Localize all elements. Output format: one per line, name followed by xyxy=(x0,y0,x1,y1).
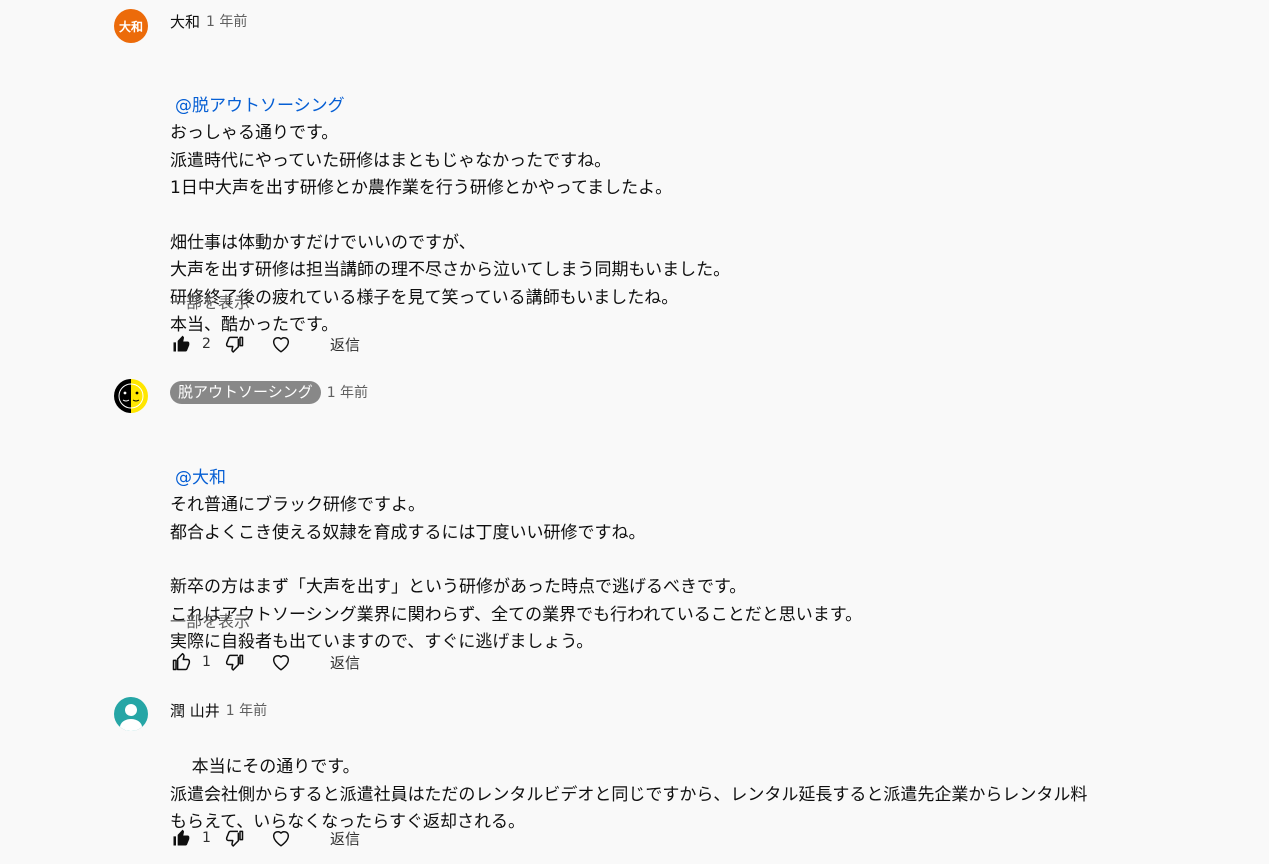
heart-icon xyxy=(272,831,290,847)
comment-header: 脱アウトソーシング 1 年前 xyxy=(170,380,368,404)
avatar[interactable] xyxy=(114,697,148,731)
mention-link[interactable]: @大和 xyxy=(170,465,862,492)
reply-button[interactable]: 返信 xyxy=(330,652,360,673)
heart-button[interactable] xyxy=(270,827,292,849)
default-user-avatar-icon xyxy=(114,697,148,731)
thumbs-up-filled-icon xyxy=(173,335,190,352)
thumbs-down-icon xyxy=(225,830,244,847)
reply-button[interactable]: 返信 xyxy=(330,334,360,355)
thumbs-up-outline-icon xyxy=(172,652,191,671)
heart-icon xyxy=(272,337,290,353)
dislike-button[interactable] xyxy=(224,827,246,849)
like-button[interactable] xyxy=(170,651,192,673)
comment-actions: 1 返信 xyxy=(170,650,360,674)
heart-button[interactable] xyxy=(270,333,292,355)
owner-author-badge[interactable]: 脱アウトソーシング xyxy=(170,380,321,404)
comment-time[interactable]: 1 年前 xyxy=(206,11,247,31)
author-name[interactable]: 潤 山井 xyxy=(170,700,220,721)
avatar[interactable] xyxy=(114,379,148,413)
comment-actions: 2 返信 xyxy=(170,332,360,356)
comment-content: 本当にその通りです。 派遣会社側からすると派遣社員はただのレンタルビデオと同じで… xyxy=(170,757,1088,833)
channel-avatar-icon xyxy=(114,379,148,413)
heart-button[interactable] xyxy=(270,651,292,673)
comment-actions: 1 返信 xyxy=(170,826,360,850)
like-count: 2 xyxy=(202,336,211,352)
comment-text: @脱アウトソーシングおっしゃる通りです。 派遣時代にやっていた研修はまともじゃな… xyxy=(170,38,730,367)
comment-content: それ普通にブラック研修ですよ。 都合よくこき使える奴隷を育成するには丁度いい研修… xyxy=(170,495,863,653)
comment-header: 大和 1 年前 xyxy=(170,9,247,33)
thumbs-down-icon xyxy=(225,336,244,353)
dislike-button[interactable] xyxy=(224,651,246,673)
mention-link[interactable]: @脱アウトソーシング xyxy=(170,93,730,120)
comment-header: 潤 山井 1 年前 xyxy=(170,698,267,722)
like-count: 1 xyxy=(202,654,211,670)
thumbs-down-icon xyxy=(225,654,244,671)
comment-text: @大和それ普通にブラック研修ですよ。 都合よくこき使える奴隷を育成するには丁度い… xyxy=(170,410,862,684)
reply-button[interactable]: 返信 xyxy=(330,828,360,849)
avatar[interactable]: 大和 xyxy=(114,9,148,43)
show-more-link[interactable]: 一部を表示 xyxy=(170,289,250,313)
author-name[interactable]: 大和 xyxy=(170,11,200,32)
like-button[interactable] xyxy=(170,333,192,355)
dislike-button[interactable] xyxy=(224,333,246,355)
thumbs-up-filled-icon xyxy=(173,829,190,846)
like-button[interactable] xyxy=(170,827,192,849)
comment-time[interactable]: 1 年前 xyxy=(327,382,368,402)
heart-icon xyxy=(272,655,290,671)
like-count: 1 xyxy=(202,830,211,846)
avatar-initials: 大和 xyxy=(118,19,143,34)
show-more-link[interactable]: 一部を表示 xyxy=(170,608,250,632)
comment-time[interactable]: 1 年前 xyxy=(226,700,267,720)
comment-content: おっしゃる通りです。 派遣時代にやっていた研修はまともじゃなかったですね。 1日… xyxy=(170,123,731,336)
